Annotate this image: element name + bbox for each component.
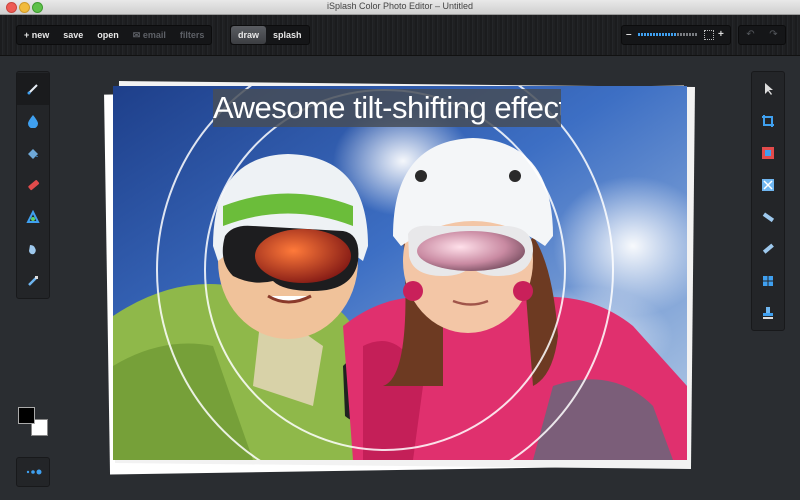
undo-arrow-icon[interactable]: ↶ bbox=[739, 26, 762, 44]
eraser-tool[interactable] bbox=[17, 169, 49, 201]
eyedropper-icon bbox=[28, 276, 38, 286]
smudge-tool[interactable] bbox=[17, 233, 49, 265]
draw-mode-button[interactable]: draw bbox=[231, 26, 267, 44]
filters-button[interactable]: filters bbox=[173, 26, 212, 44]
window-icon bbox=[763, 276, 773, 286]
photo-canvas[interactable] bbox=[104, 80, 695, 475]
redo-arrow-icon[interactable]: ↷ bbox=[762, 26, 785, 44]
new-button[interactable]: + new bbox=[17, 26, 56, 44]
right-tool-palette bbox=[751, 71, 785, 331]
paint-bucket-icon bbox=[28, 149, 38, 159]
canvas-photo bbox=[113, 86, 687, 460]
zoom-slider-fill bbox=[638, 33, 677, 36]
frame-icon bbox=[762, 147, 774, 159]
stamp-tool[interactable] bbox=[752, 297, 784, 329]
stamp-icon bbox=[763, 307, 773, 319]
file-button-group: + new save open ✉ email filters bbox=[16, 25, 213, 45]
tilt-shift-linear-tool[interactable] bbox=[752, 201, 784, 233]
eyedropper-tool[interactable] bbox=[17, 265, 49, 297]
fill-tool[interactable] bbox=[17, 137, 49, 169]
brush-icon bbox=[27, 84, 38, 95]
crop-tool[interactable] bbox=[752, 105, 784, 137]
frame-tool[interactable] bbox=[752, 137, 784, 169]
window-title: iSplash Color Photo Editor – Untitled bbox=[326, 1, 474, 11]
history-group: ↶ ↷ bbox=[738, 25, 786, 45]
main-toolbar: + new save open ✉ email filters draw spl… bbox=[0, 15, 800, 56]
color-tool[interactable] bbox=[17, 201, 49, 233]
effects-icon bbox=[762, 179, 774, 191]
email-button[interactable]: ✉ email bbox=[126, 26, 173, 44]
left-tool-palette bbox=[16, 71, 50, 299]
save-button[interactable]: save bbox=[56, 26, 90, 44]
pointer-tool[interactable] bbox=[752, 73, 784, 105]
splash-mode-button[interactable]: splash bbox=[266, 26, 309, 44]
mode-button-group: draw splash bbox=[230, 25, 310, 45]
tilt-shift-tool[interactable] bbox=[752, 233, 784, 265]
zoom-in-button[interactable]: + bbox=[718, 26, 724, 44]
foreground-color-swatch[interactable] bbox=[18, 407, 35, 424]
tilt-blur-icon bbox=[762, 243, 774, 254]
brush-settings-button[interactable] bbox=[16, 457, 50, 487]
zoom-slider[interactable] bbox=[638, 33, 698, 36]
ski-kids-photo bbox=[113, 86, 687, 460]
window-titlebar: iSplash Color Photo Editor – Untitled bbox=[0, 0, 800, 15]
crop-icon bbox=[762, 115, 774, 127]
caption-banner: Awesome tilt-shifting effects! bbox=[213, 89, 561, 127]
smudge-icon bbox=[29, 245, 36, 255]
tricolor-icon bbox=[26, 210, 40, 223]
brush-tool[interactable] bbox=[17, 73, 49, 105]
brush-size-dots-icon bbox=[26, 469, 42, 475]
zoom-control: – + bbox=[621, 25, 731, 45]
water-drop-tool[interactable] bbox=[17, 105, 49, 137]
eraser-icon bbox=[28, 180, 40, 191]
drop-icon bbox=[28, 115, 38, 128]
fit-to-window-icon[interactable] bbox=[704, 30, 714, 40]
effects-tool[interactable] bbox=[752, 169, 784, 201]
window-tool[interactable] bbox=[752, 265, 784, 297]
cursor-icon bbox=[765, 83, 773, 95]
open-button[interactable]: open bbox=[90, 26, 126, 44]
zoom-out-button[interactable]: – bbox=[626, 26, 632, 44]
linear-blur-icon bbox=[762, 212, 775, 223]
